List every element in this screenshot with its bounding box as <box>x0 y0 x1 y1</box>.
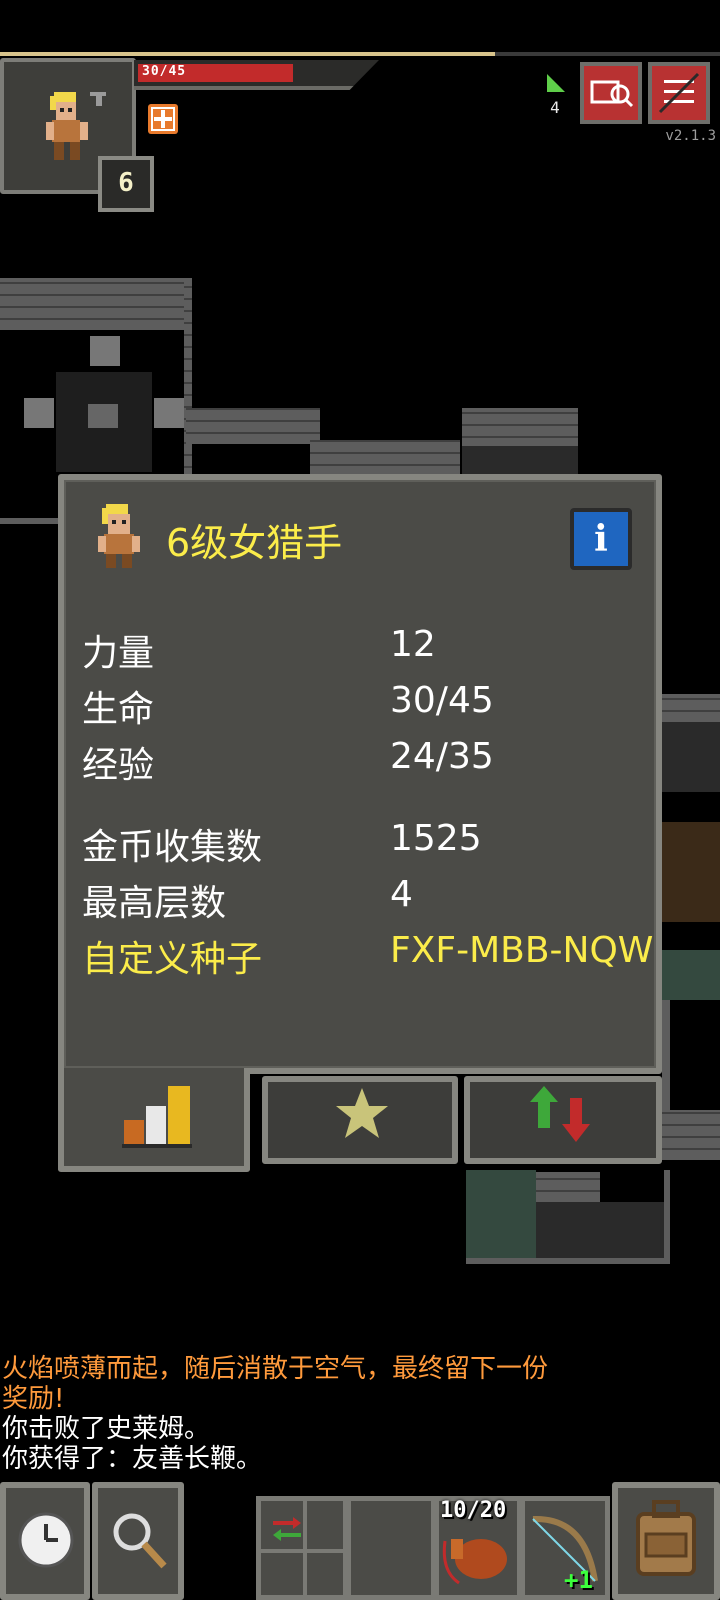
experience-bar-track <box>495 52 720 56</box>
dungeon-wall <box>662 694 720 722</box>
stat-label-max-depth: 最高层数 <box>82 883 227 924</box>
hero-title: 6级女猎手 <box>166 521 343 565</box>
stat-value-max-depth: 4 <box>390 874 413 915</box>
swap-quickslot-button[interactable] <box>256 1496 348 1600</box>
tab-stats[interactable] <box>58 1068 250 1172</box>
swap-arrows-icon <box>261 1501 343 1595</box>
huntress-portrait-icon <box>98 504 140 568</box>
journal-magnifier-icon <box>590 80 634 108</box>
magnifier-icon <box>113 1513 167 1569</box>
log-line: 奖励! <box>2 1384 65 1414</box>
depth-number: 4 <box>550 98 560 117</box>
tab-talents[interactable] <box>262 1076 458 1164</box>
statue-tile <box>154 398 184 428</box>
dungeon-wall <box>662 1110 720 1160</box>
water-tile <box>466 1170 536 1260</box>
up-down-arrows-icon <box>530 1086 590 1142</box>
clock-icon <box>18 1512 74 1568</box>
log-line: 你获得了：友善长鞭。 <box>2 1444 263 1474</box>
quickslot-1-quantity: 10/20 <box>440 1498 507 1523</box>
tab-buffs[interactable] <box>464 1076 662 1164</box>
menu-button[interactable] <box>648 62 710 124</box>
health-text: 30/45 <box>142 64 187 79</box>
stat-value-health: 30/45 <box>390 680 494 721</box>
stat-value-seed: FXF-MBB-NQW <box>390 930 654 971</box>
statue-tile <box>24 398 54 428</box>
water-tile <box>662 950 720 1000</box>
info-icon: i <box>594 518 608 560</box>
dungeon-floor <box>536 1202 664 1262</box>
dungeon-wall <box>466 1258 670 1264</box>
stat-label-health: 生命 <box>82 689 155 730</box>
stat-label-seed: 自定义种子 <box>82 939 263 980</box>
dungeon-floor <box>662 722 720 792</box>
journal-search-button[interactable] <box>580 62 642 124</box>
dungeon-floor <box>462 446 578 474</box>
statue-tile <box>90 336 120 366</box>
dungeon-wall <box>536 1172 600 1202</box>
stat-value-gold: 1525 <box>390 818 482 859</box>
stat-value-experience: 24/35 <box>390 736 494 777</box>
dungeon-wall <box>662 1000 670 1110</box>
star-icon <box>336 1088 388 1138</box>
dungeon-wall <box>0 518 58 524</box>
hero-info-button[interactable]: i <box>570 508 632 570</box>
log-line: 你击败了史莱姆。 <box>2 1414 211 1444</box>
dungeon-wall <box>664 1170 670 1262</box>
dungeon-wall <box>184 278 192 478</box>
search-button[interactable] <box>92 1482 184 1600</box>
plus-tile-icon <box>151 107 175 131</box>
pedestal-tile <box>88 404 118 428</box>
experience-bar-fill <box>0 52 495 56</box>
log-line: 火焰喷薄而起，随后消散于空气，最终留下一份 <box>2 1354 549 1384</box>
dungeon-wall <box>0 278 190 330</box>
game-version: v2.1.3 <box>665 128 716 144</box>
buff-icon[interactable] <box>148 104 178 134</box>
menu-icon <box>658 72 700 114</box>
quickslot-2-upgrade: +1 <box>564 1566 593 1594</box>
dungeon-wall <box>186 408 320 444</box>
backpack-button[interactable] <box>612 1482 720 1600</box>
stat-label-strength: 力量 <box>82 633 155 674</box>
wooden-floor <box>662 822 720 922</box>
wait-button[interactable] <box>0 1482 90 1600</box>
stat-label-gold: 金币收集数 <box>82 827 263 868</box>
backpack-icon <box>636 1500 696 1576</box>
dungeon-wall <box>462 408 578 448</box>
stairs-icon <box>547 74 565 92</box>
dungeon-wall <box>310 440 460 476</box>
depth-indicator: 4 <box>540 72 570 117</box>
hero-level-badge: 6 <box>98 156 154 212</box>
quickslot-empty[interactable] <box>346 1496 436 1600</box>
stats-bars-icon <box>122 1086 192 1148</box>
stat-label-experience: 经验 <box>82 745 155 786</box>
stat-value-strength: 12 <box>390 624 436 665</box>
